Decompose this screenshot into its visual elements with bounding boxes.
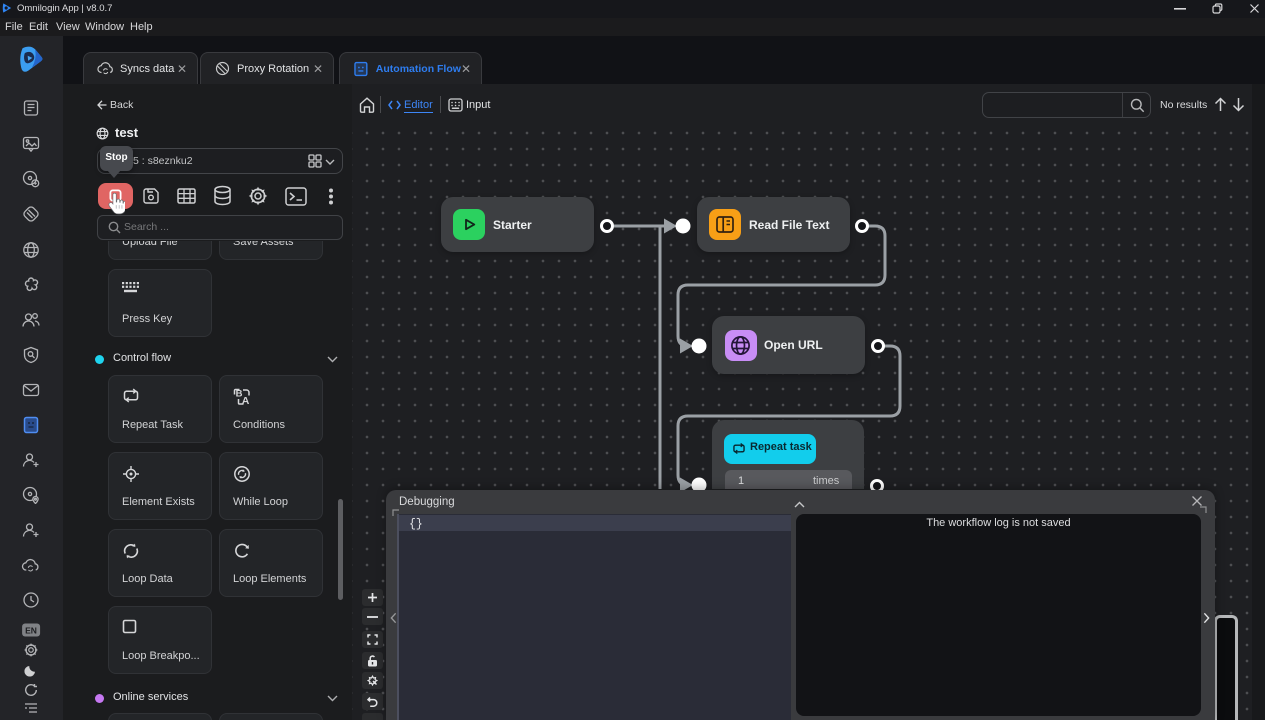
svg-text:A: A bbox=[242, 395, 250, 405]
